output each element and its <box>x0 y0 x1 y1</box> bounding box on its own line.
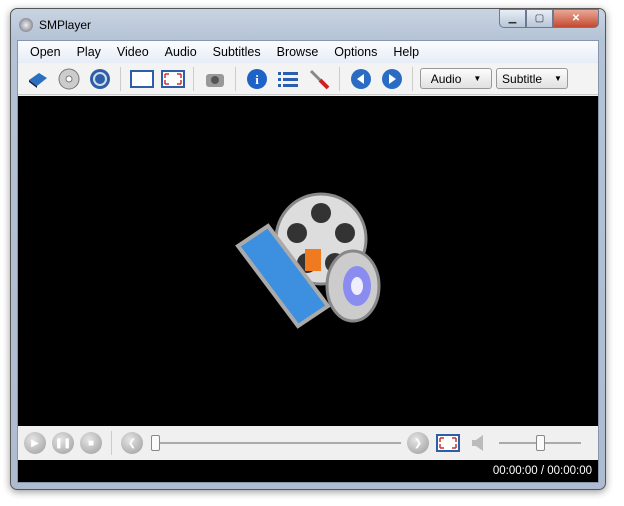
open-url-icon[interactable] <box>86 65 113 92</box>
volume-slider[interactable] <box>499 435 581 451</box>
play-button[interactable]: ▶ <box>24 432 46 454</box>
rewind-button[interactable]: ❮ <box>121 432 143 454</box>
volume-handle[interactable] <box>535 435 545 451</box>
window-title: SMPlayer <box>39 18 92 32</box>
forward-button[interactable]: ❯ <box>407 432 429 454</box>
seek-slider[interactable] <box>151 435 401 451</box>
menu-bar: Open Play Video Audio Subtitles Browse O… <box>18 41 598 63</box>
seek-handle[interactable] <box>151 435 160 451</box>
subtitle-dropdown[interactable]: Subtitle ▼ <box>496 68 568 89</box>
time-display: 00:00:00 / 00:00:00 <box>492 465 592 477</box>
pause-button[interactable]: ❚❚ <box>52 432 74 454</box>
screenshot-icon[interactable] <box>201 65 228 92</box>
minimize-button[interactable]: ▁ <box>499 9 526 28</box>
open-dvd-icon[interactable] <box>55 65 82 92</box>
menu-play[interactable]: Play <box>69 45 109 59</box>
menu-browse[interactable]: Browse <box>269 45 327 59</box>
menu-help[interactable]: Help <box>385 45 427 59</box>
app-icon <box>19 18 33 32</box>
smplayer-logo-icon <box>235 192 381 329</box>
audio-dropdown[interactable]: Audio ▼ <box>420 68 492 89</box>
smplayer-window: SMPlayer ▁ ▢ ✕ Open Play Video Audio Sub… <box>10 8 606 490</box>
playback-controls: ▶ ❚❚ ■ ❮ ❯ <box>18 426 598 460</box>
status-bar: 00:00:00 / 00:00:00 <box>18 460 598 482</box>
compact-mode-icon[interactable] <box>128 65 155 92</box>
info-icon[interactable]: i <box>243 65 270 92</box>
video-area[interactable] <box>18 96 598 426</box>
menu-open[interactable]: Open <box>22 45 69 59</box>
close-button[interactable]: ✕ <box>553 9 599 28</box>
menu-subtitles[interactable]: Subtitles <box>205 45 269 59</box>
speaker-icon[interactable] <box>467 430 489 457</box>
next-icon[interactable] <box>378 65 405 92</box>
open-file-icon[interactable] <box>24 65 51 92</box>
title-bar: SMPlayer <box>19 15 91 35</box>
chevron-down-icon: ▼ <box>473 74 482 83</box>
playlist-icon[interactable] <box>274 65 301 92</box>
fullscreen-button[interactable] <box>435 430 461 457</box>
stop-button[interactable]: ■ <box>80 432 102 454</box>
menu-video[interactable]: Video <box>109 45 157 59</box>
preferences-icon[interactable] <box>305 65 332 92</box>
toolbar: i Audio ▼ Subtitle ▼ <box>18 63 598 95</box>
menu-options[interactable]: Options <box>326 45 385 59</box>
fullscreen-icon[interactable] <box>159 65 186 92</box>
chevron-down-icon: ▼ <box>554 74 562 83</box>
previous-icon[interactable] <box>347 65 374 92</box>
menu-audio[interactable]: Audio <box>157 45 205 59</box>
maximize-button[interactable]: ▢ <box>526 9 553 28</box>
svg-text:i: i <box>255 72 259 87</box>
